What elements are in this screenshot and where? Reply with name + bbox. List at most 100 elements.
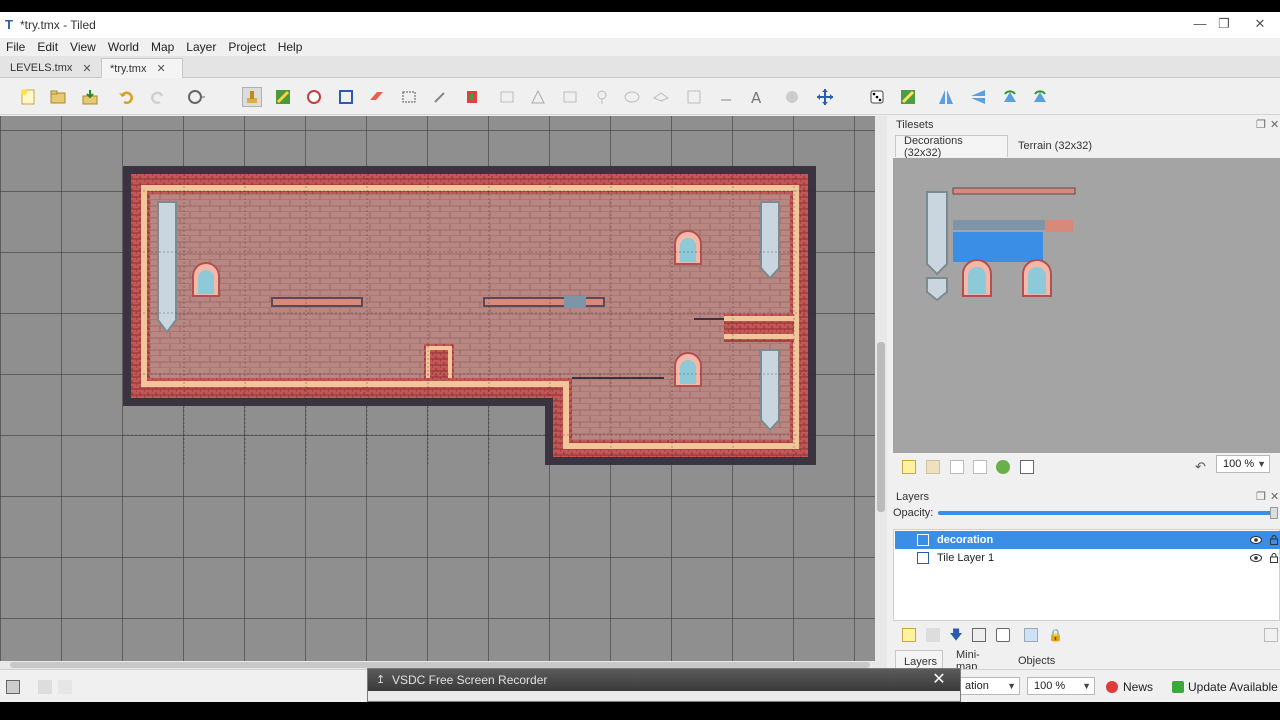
- news-button[interactable]: News: [1106, 680, 1153, 694]
- terrain-edit-icon[interactable]: [782, 87, 802, 107]
- redo-icon[interactable]: [148, 87, 168, 107]
- lock-icon[interactable]: [1270, 553, 1278, 563]
- menu-view[interactable]: View: [64, 40, 102, 54]
- panel-options-icon[interactable]: [1264, 628, 1278, 642]
- lower-layer-icon[interactable]: 🡇: [949, 628, 963, 642]
- rotate-left-icon[interactable]: [1000, 87, 1020, 107]
- panel-close-icon[interactable]: ✕: [1270, 490, 1279, 503]
- rectangle-select-icon[interactable]: [399, 87, 419, 107]
- close-window-icon[interactable]: ✕: [1252, 16, 1268, 32]
- layer-name: Tile Layer 1: [937, 552, 995, 564]
- world-tool-icon[interactable]: [815, 87, 835, 107]
- insert-rectangle-icon[interactable]: [560, 87, 580, 107]
- insert-text-icon[interactable]: A: [746, 87, 766, 107]
- recorder-title-bar[interactable]: ↥ VSDC Free Screen Recorder: [368, 669, 960, 691]
- insert-template-icon[interactable]: [716, 87, 736, 107]
- menu-project[interactable]: Project: [222, 40, 271, 54]
- grid-toggle-icon[interactable]: [6, 680, 20, 694]
- raise-layer-icon[interactable]: [926, 628, 940, 642]
- tab-terrain-tileset[interactable]: Terrain (32x32): [1010, 135, 1105, 157]
- export-tileset-icon[interactable]: [950, 460, 964, 474]
- flip-horizontal-icon[interactable]: [936, 87, 956, 107]
- rotate-right-icon[interactable]: [1030, 87, 1050, 107]
- embed-tileset-icon[interactable]: [926, 460, 940, 474]
- minimize-icon[interactable]: —: [1192, 16, 1208, 32]
- highlight-layer-icon[interactable]: [38, 680, 52, 694]
- recorder-close-icon[interactable]: ✕: [930, 669, 948, 691]
- map-zoom-select[interactable]: 100 % ▼: [1027, 677, 1095, 695]
- menu-help[interactable]: Help: [272, 40, 309, 54]
- vertical-scroll-thumb[interactable]: [877, 342, 885, 512]
- new-layer-icon[interactable]: [902, 628, 916, 642]
- edit-tileset-icon[interactable]: [973, 460, 987, 474]
- chevron-down-icon: ▼: [1257, 459, 1266, 469]
- menu-edit[interactable]: Edit: [31, 40, 64, 54]
- close-tab-icon[interactable]: ✕: [156, 62, 165, 75]
- layer-select[interactable]: ation ▼: [958, 677, 1020, 695]
- new-tileset-icon[interactable]: [902, 460, 916, 474]
- menu-world[interactable]: World: [102, 40, 145, 54]
- menu-file[interactable]: File: [0, 40, 31, 54]
- insert-ellipse-icon[interactable]: [622, 87, 642, 107]
- random-mode-icon[interactable]: [867, 87, 887, 107]
- eraser-icon[interactable]: [366, 87, 386, 107]
- panel-close-icon[interactable]: ✕: [1270, 118, 1279, 131]
- opacity-slider-handle[interactable]: [1270, 507, 1278, 519]
- lock-layer-icon[interactable]: 🔒: [1048, 628, 1063, 642]
- opacity-slider[interactable]: [938, 511, 1274, 515]
- wang-brush-icon[interactable]: [304, 87, 324, 107]
- svg-text:A: A: [751, 89, 762, 106]
- tab-decorations-tileset[interactable]: Decorations (32x32): [895, 135, 1008, 159]
- tileset-view[interactable]: [893, 158, 1280, 453]
- undo-icon[interactable]: [116, 87, 136, 107]
- layers-list[interactable]: decoration Tile Layer 1: [893, 529, 1280, 621]
- panel-float-icon[interactable]: ❐: [1256, 490, 1266, 503]
- update-available-button[interactable]: Update Available: [1172, 680, 1278, 694]
- restore-icon[interactable]: ❐: [1216, 16, 1232, 32]
- panel-float-icon[interactable]: ❐: [1256, 118, 1266, 131]
- layer-name: decoration: [937, 534, 994, 546]
- open-file-icon[interactable]: [48, 87, 68, 107]
- tab-try[interactable]: *try.tmx ✕: [101, 58, 183, 78]
- tab-levels[interactable]: LEVELS.tmx ✕: [2, 58, 100, 78]
- decorations-tileset-image: [926, 187, 1076, 302]
- tileset-properties-icon[interactable]: [996, 460, 1010, 474]
- bucket-fill-icon[interactable]: [336, 87, 356, 107]
- layer-properties-icon[interactable]: [1024, 628, 1038, 642]
- new-file-icon[interactable]: [18, 87, 38, 107]
- update-label: Update Available: [1188, 680, 1278, 694]
- window-tile: [674, 352, 702, 387]
- insert-point-icon[interactable]: [592, 87, 612, 107]
- flip-vertical-icon[interactable]: [968, 87, 988, 107]
- tileset-zoom-value: 100 %: [1223, 458, 1255, 470]
- tileset-zoom-select[interactable]: 100 % ▼: [1216, 455, 1270, 473]
- duplicate-layer-icon[interactable]: [972, 628, 986, 642]
- stamp-brush-icon[interactable]: [242, 87, 262, 107]
- select-same-tile-icon[interactable]: [462, 87, 482, 107]
- wang-fill-icon[interactable]: [898, 87, 918, 107]
- terrain-brush-icon[interactable]: [273, 87, 293, 107]
- insert-tile-icon[interactable]: [684, 87, 704, 107]
- remove-tileset-icon[interactable]: [1020, 460, 1034, 474]
- close-tab-icon[interactable]: ✕: [82, 62, 91, 75]
- delete-layer-icon[interactable]: [996, 628, 1010, 642]
- select-objects-icon[interactable]: [497, 87, 517, 107]
- menu-layer[interactable]: Layer: [180, 40, 222, 54]
- stamp-dropdown-icon[interactable]: [186, 87, 206, 107]
- show-grid-icon[interactable]: [58, 680, 72, 694]
- save-icon[interactable]: [80, 87, 100, 107]
- zoom-fit-icon[interactable]: ↶: [1195, 460, 1209, 474]
- layer-row-decoration[interactable]: decoration: [895, 531, 1280, 549]
- edit-polygons-icon[interactable]: [528, 87, 548, 107]
- magic-wand-icon[interactable]: [430, 87, 450, 107]
- opacity-label: Opacity:: [893, 507, 934, 519]
- chevron-down-icon: ▼: [1007, 681, 1016, 691]
- menu-map[interactable]: Map: [145, 40, 180, 54]
- tile-layer-icon: [917, 534, 929, 546]
- layer-row-tile-layer-1[interactable]: Tile Layer 1: [895, 549, 1280, 567]
- visibility-eye-icon[interactable]: [1250, 552, 1262, 564]
- map-canvas[interactable]: [0, 116, 875, 661]
- lock-icon[interactable]: [1270, 535, 1278, 545]
- insert-polygon-icon[interactable]: [651, 87, 671, 107]
- visibility-eye-icon[interactable]: [1250, 534, 1262, 546]
